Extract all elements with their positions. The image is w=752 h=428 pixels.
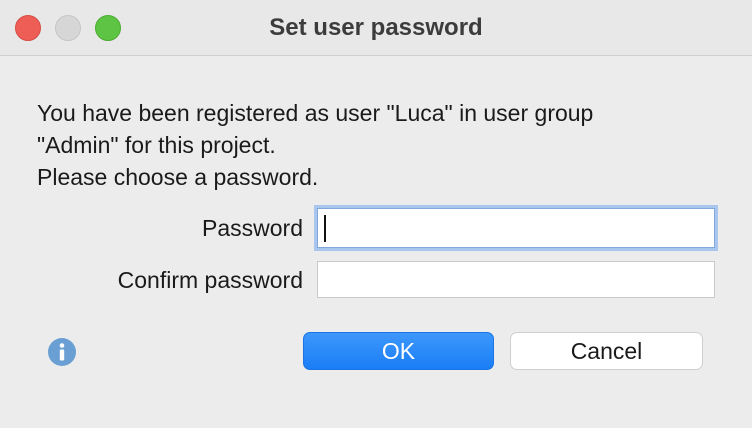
password-field[interactable] [317,208,715,248]
cancel-button[interactable]: Cancel [510,332,703,370]
message-line-2: "Admin" for this project. [37,132,276,158]
confirm-password-label: Confirm password [117,267,303,293]
password-label: Password [202,215,303,241]
message-line-1: You have been registered as user "Luca" … [37,100,594,126]
registration-message: You have been registered as user "Luca" … [37,97,717,193]
info-icon[interactable] [47,337,77,367]
message-line-3: Please choose a password. [37,164,319,190]
title-bar: Set user password [0,0,752,56]
window-title: Set user password [269,14,483,41]
text-caret [324,215,326,242]
dialog-window: Set user password You have been register… [0,0,752,428]
confirm-password-field[interactable] [317,261,715,298]
ok-button[interactable]: OK [303,332,494,370]
